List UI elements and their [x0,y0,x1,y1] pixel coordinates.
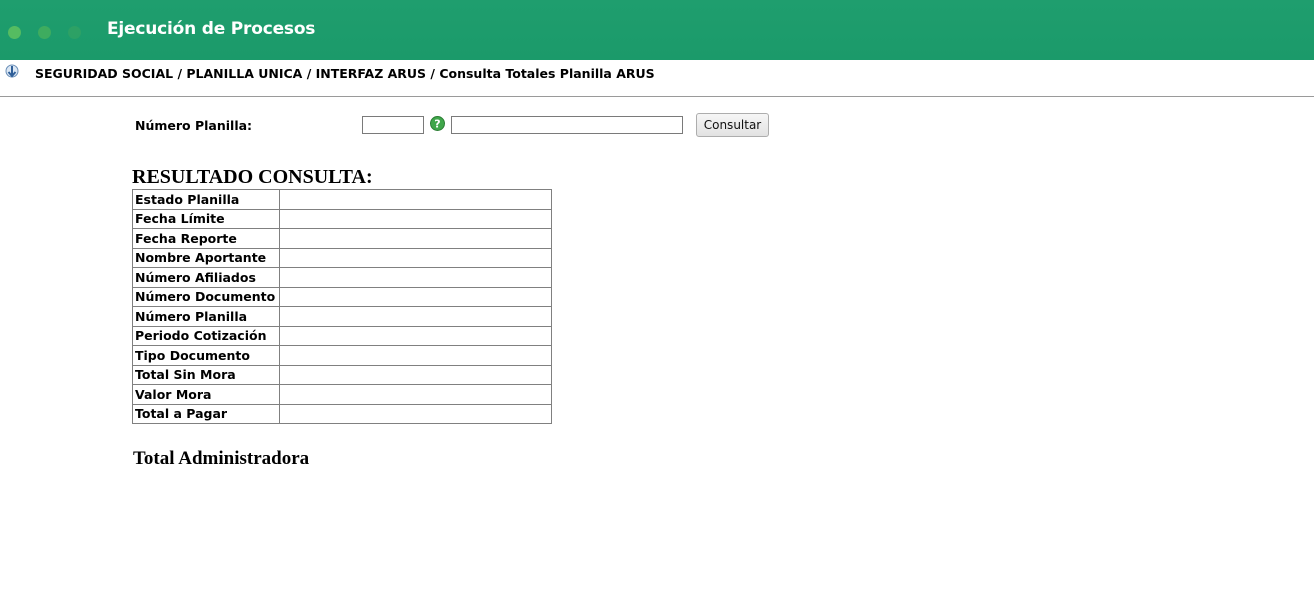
window-dot-icon [38,26,51,39]
table-row: Valor Mora [132,384,553,405]
window-dot-icon [68,26,81,39]
row-label: Valor Mora [132,384,280,405]
planilla-number-label: Número Planilla: [135,118,253,133]
row-value [278,403,553,424]
row-value [278,267,553,288]
result-title: RESULTADO CONSULTA: [132,166,373,188]
result-table: Estado Planilla Fecha Límite Fecha Reporte… [132,189,553,424]
planilla-number-input[interactable] [451,116,683,134]
query-form: Número Planilla: ? Consultar [0,113,1314,139]
table-row: Número Afiliados [132,267,553,288]
row-value [278,286,553,307]
row-label: Número Afiliados [132,267,280,288]
table-row: Total Sin Mora [132,364,553,385]
svg-text:?: ? [434,118,440,131]
row-label: Estado Planilla [132,189,280,210]
table-row: Nombre Aportante [132,247,553,268]
breadcrumb-path: SEGURIDAD SOCIAL / PLANILLA UNICA / INTE… [35,66,655,81]
table-row: Fecha Reporte [132,228,553,249]
row-label: Fecha Límite [132,208,280,229]
breadcrumb: SEGURIDAD SOCIAL / PLANILLA UNICA / INTE… [0,60,1314,97]
planilla-code-input[interactable] [362,116,424,134]
window-dot-icon [8,26,21,39]
consultar-button[interactable]: Consultar [696,113,769,137]
table-row: Periodo Cotización [132,325,553,346]
row-value [278,208,553,229]
table-row: Total a Pagar [132,403,553,424]
row-value [278,364,553,385]
row-value [278,247,553,268]
row-value [278,189,553,210]
arrow-down-icon [4,64,20,80]
total-admin-title: Total Administradora [133,448,310,469]
row-label: Fecha Reporte [132,228,280,249]
row-label: Número Planilla [132,306,280,327]
table-row: Estado Planilla [132,189,553,210]
table-row: Tipo Documento [132,345,553,366]
row-value [278,325,553,346]
row-label: Total a Pagar [132,403,280,424]
table-row: Número Documento [132,286,553,307]
page-title: Ejecución de Procesos [107,19,316,39]
table-row: Fecha Límite [132,208,553,229]
row-value [278,228,553,249]
app-header: Ejecución de Procesos [0,0,1314,60]
row-label: Total Sin Mora [132,364,280,385]
row-value [278,345,553,366]
table-row: Número Planilla [132,306,553,327]
row-label: Periodo Cotización [132,325,280,346]
row-value [278,384,553,405]
row-value [278,306,553,327]
row-label: Nombre Aportante [132,247,280,268]
row-label: Número Documento [132,286,280,307]
row-label: Tipo Documento [132,345,280,366]
help-icon[interactable]: ? [430,116,445,131]
